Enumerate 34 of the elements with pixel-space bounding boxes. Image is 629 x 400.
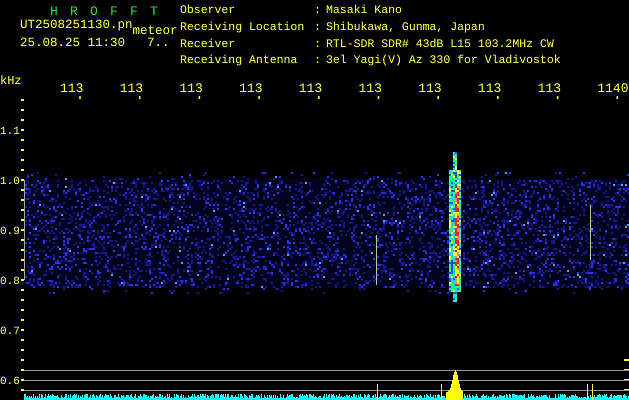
program-title: H R O F F T [50, 5, 162, 18]
station-value: RTL-SDR SDR# 43dB L15 103.2MHz CW [326, 38, 555, 52]
x-tick-label: 113 [60, 81, 84, 96]
colon: : [314, 38, 322, 52]
x-tick-label: 113 [418, 81, 442, 96]
colon: : [314, 55, 322, 70]
axis-unit: kHz [0, 74, 22, 88]
event-tag: meteor [132, 24, 178, 38]
colon: : [314, 5, 322, 19]
x-tick-label: 113 [478, 81, 502, 96]
y-tick-label: 0.8 [0, 276, 20, 288]
x-tick-label: 113 [120, 81, 144, 96]
y-tick-label: 1.0 [0, 176, 20, 188]
x-tick-label: 113 [179, 81, 203, 96]
file-name: UT2508251130.pn [20, 18, 133, 32]
y-tick-label: 1.1 [0, 126, 20, 138]
station-value: Masaki Kano [326, 5, 403, 19]
station-value: 3el Yagi(V) Az 330 for Vladivostok [326, 55, 561, 70]
station-label: Receiving Location [180, 22, 306, 36]
x-tick-label: 113 [538, 81, 561, 96]
x-tick-label: 113 [358, 81, 382, 96]
station-label: Receiver [180, 38, 236, 52]
date-time: 25.08.25 11:30 [20, 38, 126, 50]
y-tick-label: 0.6 [0, 376, 20, 388]
x-tick-label: 1140 [597, 81, 629, 96]
station-label: Observer [180, 5, 236, 19]
y-tick-label: 0.9 [0, 226, 20, 238]
colon: : [314, 22, 322, 36]
counter: 7.. [147, 38, 170, 50]
y-tick-label: 0.7 [0, 326, 20, 338]
station-value: Shibukawa, Gunma, Japan [326, 22, 486, 36]
x-tick-label: 113 [298, 81, 322, 96]
x-tick-label: 113 [239, 81, 262, 96]
station-label: Receiving Antenna [180, 55, 298, 70]
